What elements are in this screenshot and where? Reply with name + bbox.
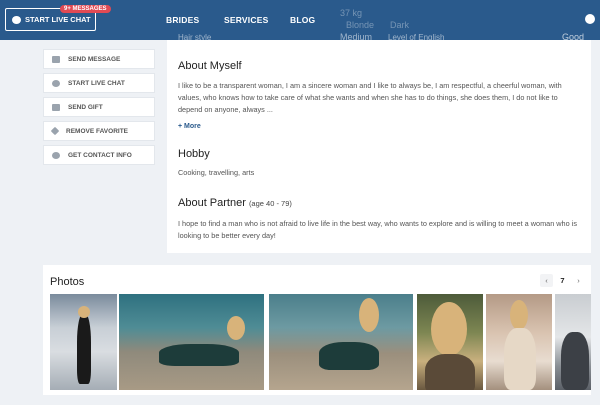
about-partner-label: About Partner <box>178 197 246 209</box>
profile-actions: SEND MESSAGE START LIVE CHAT SEND GIFT R… <box>43 49 155 169</box>
photo-thumbnail[interactable] <box>486 294 552 390</box>
partner-age-range: (age 40 - 79) <box>248 199 292 208</box>
send-message-label: SEND MESSAGE <box>68 55 121 63</box>
messages-badge: 9+ MESSAGES <box>60 5 111 13</box>
photo-thumbnail[interactable] <box>269 294 413 390</box>
photos-title: Photos <box>50 276 85 288</box>
send-gift-label: SEND GIFT <box>68 103 103 111</box>
more-link[interactable]: + More <box>178 123 201 130</box>
prev-page-button[interactable]: ‹ <box>540 274 553 287</box>
remove-favorite-button[interactable]: REMOVE FAVORITE <box>43 121 155 141</box>
start-live-chat-action-label: START LIVE CHAT <box>68 79 125 87</box>
ghost-hair-color: Blonde <box>346 20 375 30</box>
phone-icon <box>52 151 60 159</box>
current-page: 7 <box>560 276 565 285</box>
chat-bubble-icon <box>52 79 60 87</box>
start-live-chat-action[interactable]: START LIVE CHAT <box>43 73 155 93</box>
photo-thumbnail[interactable] <box>50 294 117 390</box>
next-page-button[interactable]: › <box>572 274 585 287</box>
start-live-chat-label: START LIVE CHAT <box>25 15 91 24</box>
chat-bubble-icon <box>12 15 21 24</box>
envelope-icon <box>52 55 60 63</box>
get-contact-info-label: GET CONTACT INFO <box>68 151 132 159</box>
about-partner-title: About Partner (age 40 - 79) <box>178 197 292 209</box>
photo-thumbnail[interactable] <box>555 294 591 390</box>
top-navigation-bar: 37 kg Blonde Dark Medium Level of Englis… <box>0 0 600 42</box>
photo-thumbnail[interactable] <box>119 294 264 390</box>
photos-section: Photos ‹ 7 › <box>43 265 591 395</box>
about-myself-text: I like to be a transparent woman, I am a… <box>178 81 562 114</box>
gift-icon <box>52 103 60 111</box>
nav-services[interactable]: SERVICES <box>224 15 268 25</box>
remove-favorite-label: REMOVE FAVORITE <box>66 127 128 135</box>
hobby-text: Cooking, travelling, arts <box>178 168 255 177</box>
profile-details-card: About Myself I like to be a transparent … <box>167 40 591 253</box>
ghost-weight: 37 kg <box>340 8 363 18</box>
photo-thumbnail[interactable] <box>417 294 483 390</box>
send-gift-button[interactable]: SEND GIFT <box>43 97 155 117</box>
photos-pager: ‹ 7 › <box>540 274 585 287</box>
about-myself-title: About Myself <box>178 60 242 72</box>
ghost-eye-color: Dark <box>390 20 410 30</box>
user-menu-icon[interactable] <box>585 14 595 24</box>
hobby-title: Hobby <box>178 148 210 160</box>
about-partner-text: I hope to find a man who is not afraid t… <box>178 219 577 240</box>
get-contact-info-button[interactable]: GET CONTACT INFO <box>43 145 155 165</box>
nav-blog[interactable]: BLOG <box>290 15 315 25</box>
send-message-button[interactable]: SEND MESSAGE <box>43 49 155 69</box>
heart-icon <box>50 126 60 136</box>
nav-brides[interactable]: BRIDES <box>166 15 199 25</box>
